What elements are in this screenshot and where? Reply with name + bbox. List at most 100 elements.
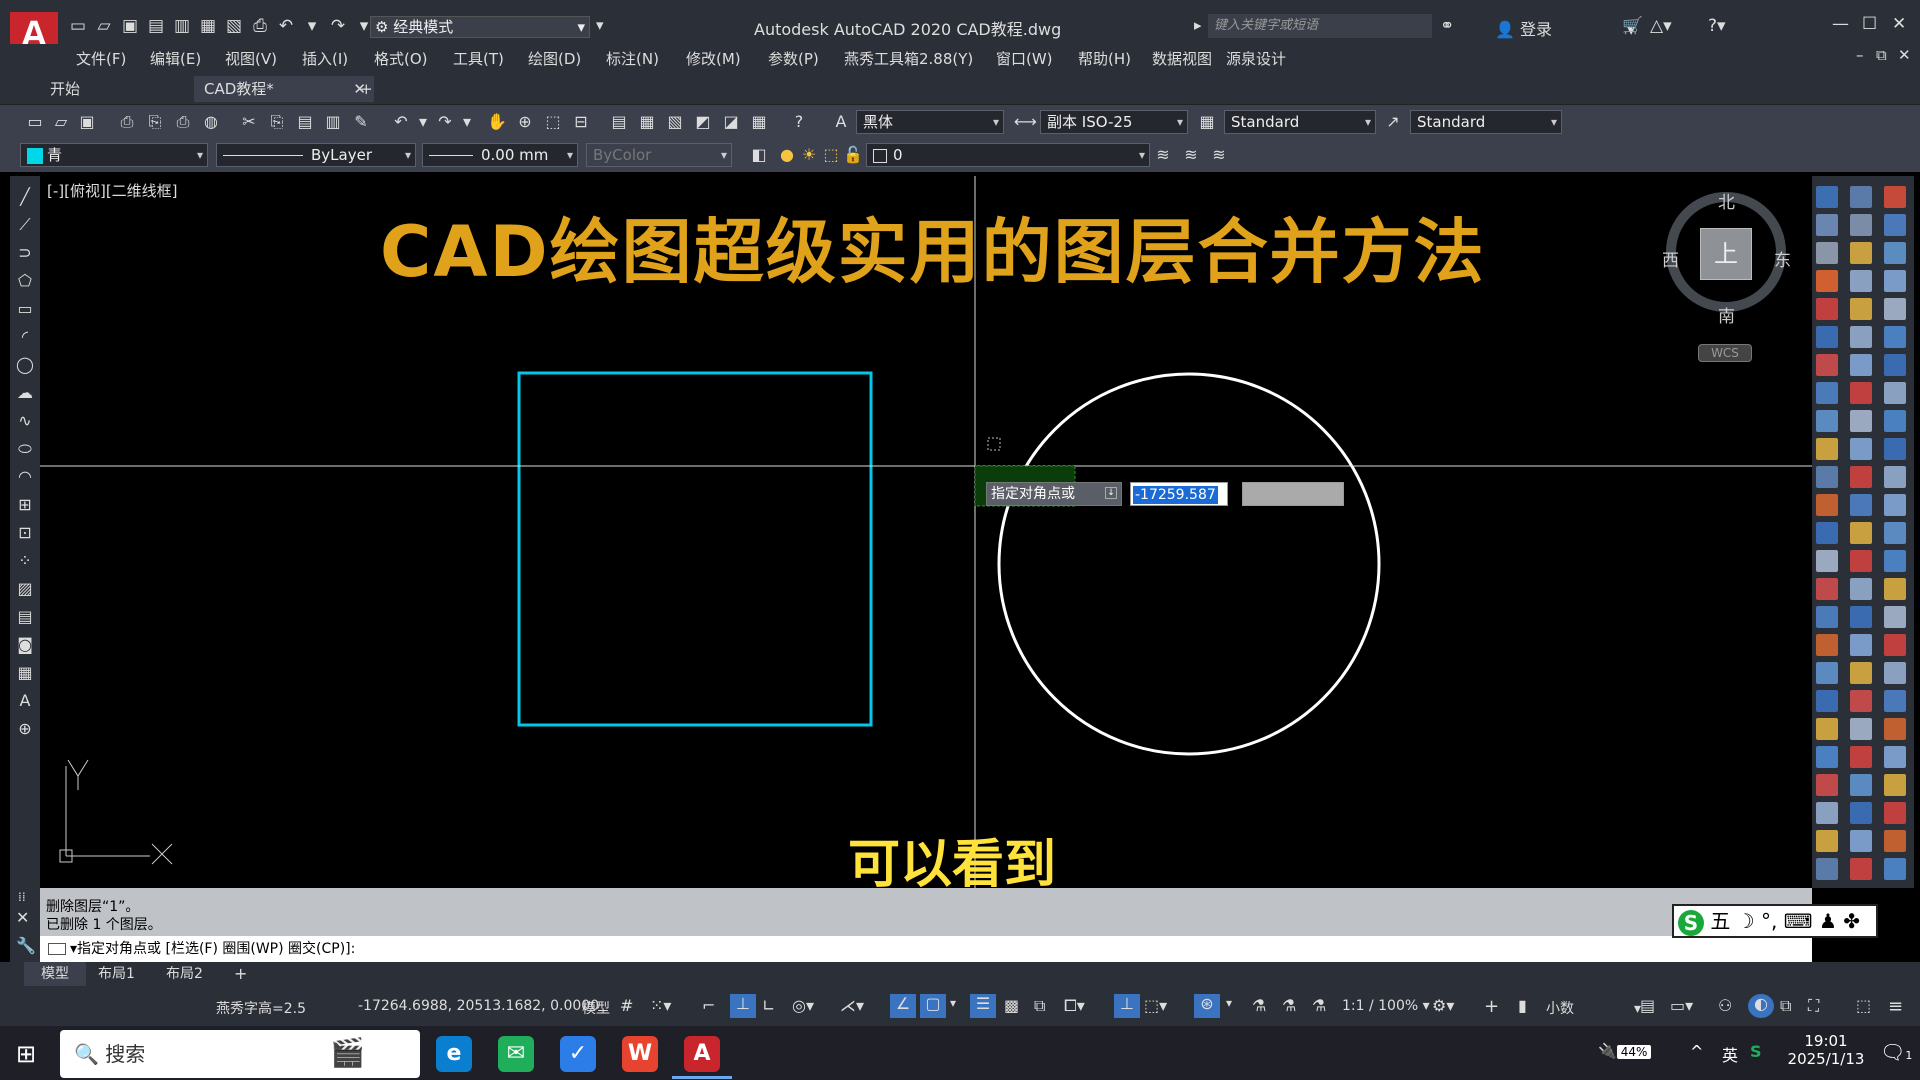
- doc-minimize-icon[interactable]: –: [1856, 46, 1864, 64]
- search-expand-icon[interactable]: ▸: [1194, 16, 1202, 34]
- copy-icon[interactable]: ⎘: [266, 111, 288, 133]
- tool-icon[interactable]: [1850, 242, 1872, 264]
- tool-icon[interactable]: [1816, 438, 1838, 460]
- tool-icon[interactable]: [1884, 718, 1906, 740]
- tool-icon[interactable]: [1850, 494, 1872, 516]
- tool-icon[interactable]: [1884, 466, 1906, 488]
- customize-qat-icon[interactable]: ▾: [596, 16, 604, 34]
- clean-screen-icon[interactable]: ⛶: [1808, 996, 1819, 1016]
- object-snap-icon[interactable]: ▢: [920, 994, 946, 1018]
- make-block-icon[interactable]: ⊡: [14, 522, 36, 544]
- tool-icon[interactable]: [1816, 858, 1838, 880]
- polygon-icon[interactable]: ⬠: [14, 270, 36, 292]
- login-button[interactable]: 👤 登录 ▾: [1495, 16, 1635, 40]
- tool-icon[interactable]: [1850, 326, 1872, 348]
- auto-scale-icon[interactable]: ⚗: [1282, 996, 1296, 1015]
- paste-special-icon[interactable]: ▥: [322, 111, 344, 133]
- hatch-icon[interactable]: ▨: [14, 578, 36, 600]
- menu-draw[interactable]: 绘图(D): [528, 48, 581, 69]
- menu-help[interactable]: 帮助(H): [1078, 48, 1131, 69]
- search-input[interactable]: 键入关键字或短语: [1208, 14, 1432, 38]
- tab-cad-tutorial[interactable]: CAD教程* ✕: [194, 76, 374, 102]
- lock-ui-icon[interactable]: ▭▾: [1670, 996, 1693, 1015]
- polyline-icon[interactable]: ⊃: [14, 242, 36, 264]
- tool-icon[interactable]: [1816, 298, 1838, 320]
- layer-on-icon[interactable]: ●: [776, 144, 798, 166]
- tool-icon[interactable]: [1850, 214, 1872, 236]
- infer-icon[interactable]: ⌐: [702, 996, 715, 1015]
- print-icon[interactable]: ⎙: [116, 111, 138, 133]
- isolate-objects-icon[interactable]: ⚇: [1718, 996, 1732, 1015]
- wrench-icon[interactable]: 🔧: [16, 936, 36, 955]
- tool-icon[interactable]: [1816, 550, 1838, 572]
- tool-icon[interactable]: [1816, 410, 1838, 432]
- tool-icon[interactable]: [1816, 774, 1838, 796]
- tool-icon[interactable]: [1816, 606, 1838, 628]
- menu-parametric[interactable]: 参数(P): [768, 48, 819, 69]
- layer-select[interactable]: 0 ▾: [866, 143, 1150, 167]
- make-current-icon[interactable]: ≋: [1152, 144, 1174, 166]
- taskbar-widget-icon[interactable]: 🎬: [330, 1036, 365, 1069]
- tool-icon[interactable]: [1884, 242, 1906, 264]
- white-circle[interactable]: [997, 372, 1381, 756]
- undo-dropdown-icon[interactable]: ▾: [302, 16, 322, 36]
- model-space-toggle[interactable]: 模型: [582, 998, 610, 1018]
- menu-yanxiu[interactable]: 燕秀工具箱2.88(Y): [844, 48, 973, 69]
- customize-menu-icon[interactable]: ≡: [1888, 996, 1903, 1017]
- moon-icon[interactable]: ☽: [1737, 909, 1755, 933]
- tool-icon[interactable]: [1816, 214, 1838, 236]
- battery-indicator[interactable]: 🔌 44%: [1598, 1042, 1652, 1060]
- mtext-icon[interactable]: A: [14, 690, 36, 712]
- annotation-visibility-icon[interactable]: ⚗: [1252, 996, 1266, 1015]
- tab-layout1[interactable]: 布局1: [98, 962, 135, 986]
- tool-icon[interactable]: [1850, 746, 1872, 768]
- pan-icon[interactable]: ✋: [486, 111, 508, 133]
- binoculars-icon[interactable]: ⚭: [1440, 16, 1454, 36]
- edge-icon[interactable]: e: [436, 1036, 472, 1072]
- close-icon[interactable]: ✕: [16, 908, 29, 927]
- maximize-icon[interactable]: ☐: [1862, 14, 1877, 34]
- chevron-down-icon[interactable]: ▾: [70, 941, 77, 957]
- tool-icon[interactable]: [1850, 298, 1872, 320]
- menu-dimension[interactable]: 标注(N): [606, 48, 659, 69]
- layer-previous-icon[interactable]: ≋: [1180, 144, 1202, 166]
- tool-icon[interactable]: [1884, 382, 1906, 404]
- cut-icon[interactable]: ✂: [238, 111, 260, 133]
- command-icon[interactable]: [48, 943, 66, 955]
- tool-icon[interactable]: [1850, 606, 1872, 628]
- menu-insert[interactable]: 插入(I): [302, 48, 348, 69]
- add-selected-icon[interactable]: ⊕: [14, 718, 36, 740]
- text-style-icon[interactable]: A: [830, 111, 852, 133]
- layer-lock-icon[interactable]: 🔓: [842, 144, 864, 166]
- menu-dataview[interactable]: 数据视图: [1152, 48, 1212, 69]
- redo-icon[interactable]: ↷: [328, 16, 348, 36]
- dim-style-icon[interactable]: ⟷: [1014, 111, 1037, 133]
- dynamic-input-icon[interactable]: ⊥: [730, 994, 756, 1018]
- compass-east[interactable]: 东: [1774, 246, 1791, 271]
- gradient-icon[interactable]: ▤: [14, 606, 36, 628]
- menu-edit[interactable]: 编辑(E): [150, 48, 201, 69]
- print-icon[interactable]: ⎙: [250, 16, 270, 36]
- layer-thaw-icon[interactable]: ☀: [798, 144, 820, 166]
- tool-icon[interactable]: [1816, 830, 1838, 852]
- tool-icon[interactable]: [1816, 522, 1838, 544]
- graphics-performance-icon[interactable]: ⧉: [1780, 996, 1791, 1016]
- region-icon[interactable]: ◙: [14, 634, 36, 656]
- spline-icon[interactable]: ∿: [14, 410, 36, 432]
- dynamic-input-field-2[interactable]: [1242, 482, 1344, 506]
- cyan-rectangle[interactable]: [517, 371, 873, 727]
- tool-icon[interactable]: [1816, 634, 1838, 656]
- lineweight-icon[interactable]: ☰: [970, 994, 996, 1018]
- tool-icon[interactable]: [1850, 690, 1872, 712]
- tool-icon[interactable]: [1816, 578, 1838, 600]
- clock[interactable]: 19:01 2025/1/13: [1786, 1032, 1866, 1068]
- chat-app-icon[interactable]: ✉: [498, 1036, 534, 1072]
- feishu-icon[interactable]: ✓: [560, 1036, 596, 1072]
- tool-icon[interactable]: [1850, 270, 1872, 292]
- tool-icon[interactable]: [1816, 326, 1838, 348]
- ellipse-icon[interactable]: ⬭: [14, 438, 36, 460]
- paste-icon[interactable]: ▤: [294, 111, 316, 133]
- help-icon[interactable]: ?: [788, 111, 810, 133]
- new-icon[interactable]: ▭: [24, 111, 46, 133]
- tool-icon[interactable]: [1884, 746, 1906, 768]
